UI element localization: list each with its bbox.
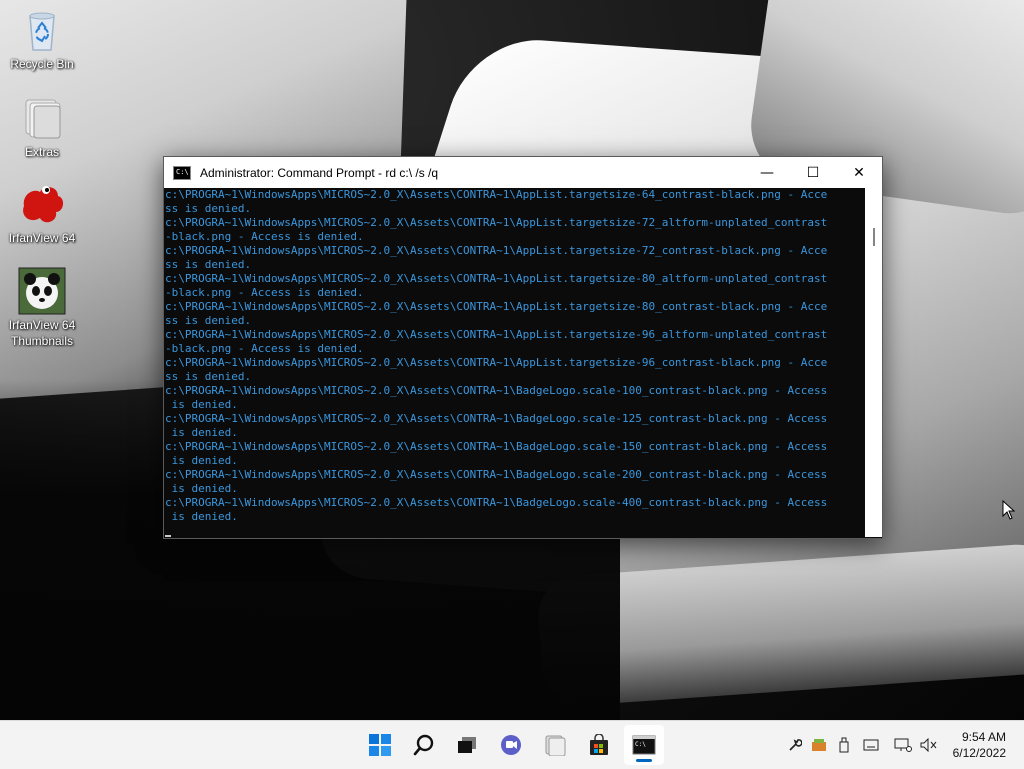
- scrollbar-thumb[interactable]: [873, 228, 875, 246]
- console-line: c:\PROGRA~1\WindowsApps\MICROS~2.0_X\Ass…: [165, 384, 828, 397]
- console-line: is denied.: [165, 398, 238, 411]
- desktop-icon-label: IrfanView 64 Thumbnails: [8, 318, 76, 348]
- console-line: ss is denied.: [165, 258, 252, 271]
- folder-icon: [545, 735, 566, 756]
- active-app-indicator: [636, 759, 652, 762]
- svg-text:C:\: C:\: [635, 741, 646, 748]
- command-prompt-window[interactable]: C:\ Administrator: Command Prompt - rd c…: [163, 156, 883, 539]
- chat-button[interactable]: [491, 721, 531, 769]
- search-button[interactable]: [404, 721, 444, 769]
- console-output[interactable]: c:\PROGRA~1\WindowsApps\MICROS~2.0_X\Ass…: [164, 188, 864, 537]
- command-prompt-button[interactable]: C:\: [624, 725, 664, 765]
- taskbar: C:\ 9:54 AM 6/12/2022: [0, 720, 1024, 769]
- folder-stack-icon: [18, 94, 66, 142]
- mouse-pointer-icon: [1002, 500, 1016, 520]
- console-line: is denied.: [165, 482, 238, 495]
- text-cursor: [165, 535, 171, 537]
- close-button[interactable]: ✕: [836, 157, 882, 188]
- console-line: c:\PROGRA~1\WindowsApps\MICROS~2.0_X\Ass…: [165, 328, 828, 341]
- desktop-icon-label: Recycle Bin: [10, 57, 74, 71]
- network-icon[interactable]: [892, 721, 914, 769]
- maximize-button[interactable]: ☐: [790, 157, 836, 188]
- console-line: c:\PROGRA~1\WindowsApps\MICROS~2.0_X\Ass…: [165, 272, 828, 285]
- wrench-icon[interactable]: [784, 721, 806, 769]
- package-icon[interactable]: [808, 721, 830, 769]
- desktop-icon-irfanview[interactable]: IrfanView 64: [0, 180, 84, 246]
- console-line: is denied.: [165, 454, 238, 467]
- console-line: c:\PROGRA~1\WindowsApps\MICROS~2.0_X\Ass…: [165, 188, 828, 201]
- start-button[interactable]: [360, 721, 400, 769]
- store-bag-icon: [590, 734, 608, 755]
- console-line: c:\PROGRA~1\WindowsApps\MICROS~2.0_X\Ass…: [165, 216, 828, 229]
- console-line: c:\PROGRA~1\WindowsApps\MICROS~2.0_X\Ass…: [165, 300, 828, 313]
- console-text: c:\PROGRA~1\WindowsApps\MICROS~2.0_X\Ass…: [164, 188, 864, 524]
- console-line: c:\PROGRA~1\WindowsApps\MICROS~2.0_X\Ass…: [165, 468, 828, 481]
- task-view-icon: [458, 737, 476, 753]
- volume-muted-icon[interactable]: [918, 721, 940, 769]
- store-button[interactable]: [579, 721, 619, 769]
- console-line: is denied.: [165, 426, 238, 439]
- usb-drive-icon[interactable]: [833, 721, 855, 769]
- windows-logo-icon: [369, 734, 391, 756]
- console-line: c:\PROGRA~1\WindowsApps\MICROS~2.0_X\Ass…: [165, 496, 828, 509]
- desktop-icon-recycle-bin[interactable]: Recycle Bin: [0, 6, 84, 72]
- system-clock[interactable]: 9:54 AM 6/12/2022: [953, 729, 1006, 761]
- console-line: -black.png - Access is denied.: [165, 286, 364, 299]
- recycle-bin-icon: [18, 6, 66, 54]
- desktop-icon-label: Extras: [24, 145, 59, 159]
- chat-icon: [501, 735, 521, 755]
- file-explorer-button[interactable]: [535, 721, 575, 769]
- console-line: is denied.: [165, 510, 238, 523]
- console-line: -black.png - Access is denied.: [165, 230, 364, 243]
- console-line: ss is denied.: [165, 202, 252, 215]
- console-line: c:\PROGRA~1\WindowsApps\MICROS~2.0_X\Ass…: [165, 356, 828, 369]
- search-icon: [413, 734, 434, 756]
- window-title: Administrator: Command Prompt - rd c:\ /…: [200, 165, 439, 180]
- clock-time: 9:54 AM: [961, 730, 1006, 744]
- console-line: ss is denied.: [165, 314, 252, 327]
- app-icon-text: C:\: [176, 167, 189, 176]
- console-line: c:\PROGRA~1\WindowsApps\MICROS~2.0_X\Ass…: [165, 440, 828, 453]
- vertical-scrollbar[interactable]: [865, 188, 882, 537]
- terminal-icon: C:\: [632, 735, 656, 755]
- terminal-icon: C:\: [173, 165, 191, 180]
- console-line: -black.png - Access is denied.: [165, 342, 364, 355]
- window-title-bar[interactable]: C:\ Administrator: Command Prompt - rd c…: [164, 157, 882, 188]
- desktop-icon-extras[interactable]: Extras: [0, 94, 84, 160]
- console-line: ss is denied.: [165, 370, 252, 383]
- panda-thumbnails-icon: [18, 267, 66, 315]
- desktop-icon-irfanview-thumbnails[interactable]: IrfanView 64 Thumbnails: [0, 267, 84, 349]
- minimize-button[interactable]: —: [744, 157, 790, 188]
- console-line: c:\PROGRA~1\WindowsApps\MICROS~2.0_X\Ass…: [165, 244, 828, 257]
- irfanview-icon: [18, 180, 66, 228]
- console-line: c:\PROGRA~1\WindowsApps\MICROS~2.0_X\Ass…: [165, 412, 828, 425]
- desktop-icon-label: IrfanView 64: [8, 231, 76, 245]
- clock-date: 6/12/2022: [952, 746, 1006, 760]
- task-view-button[interactable]: [447, 721, 487, 769]
- keyboard-icon[interactable]: [860, 721, 882, 769]
